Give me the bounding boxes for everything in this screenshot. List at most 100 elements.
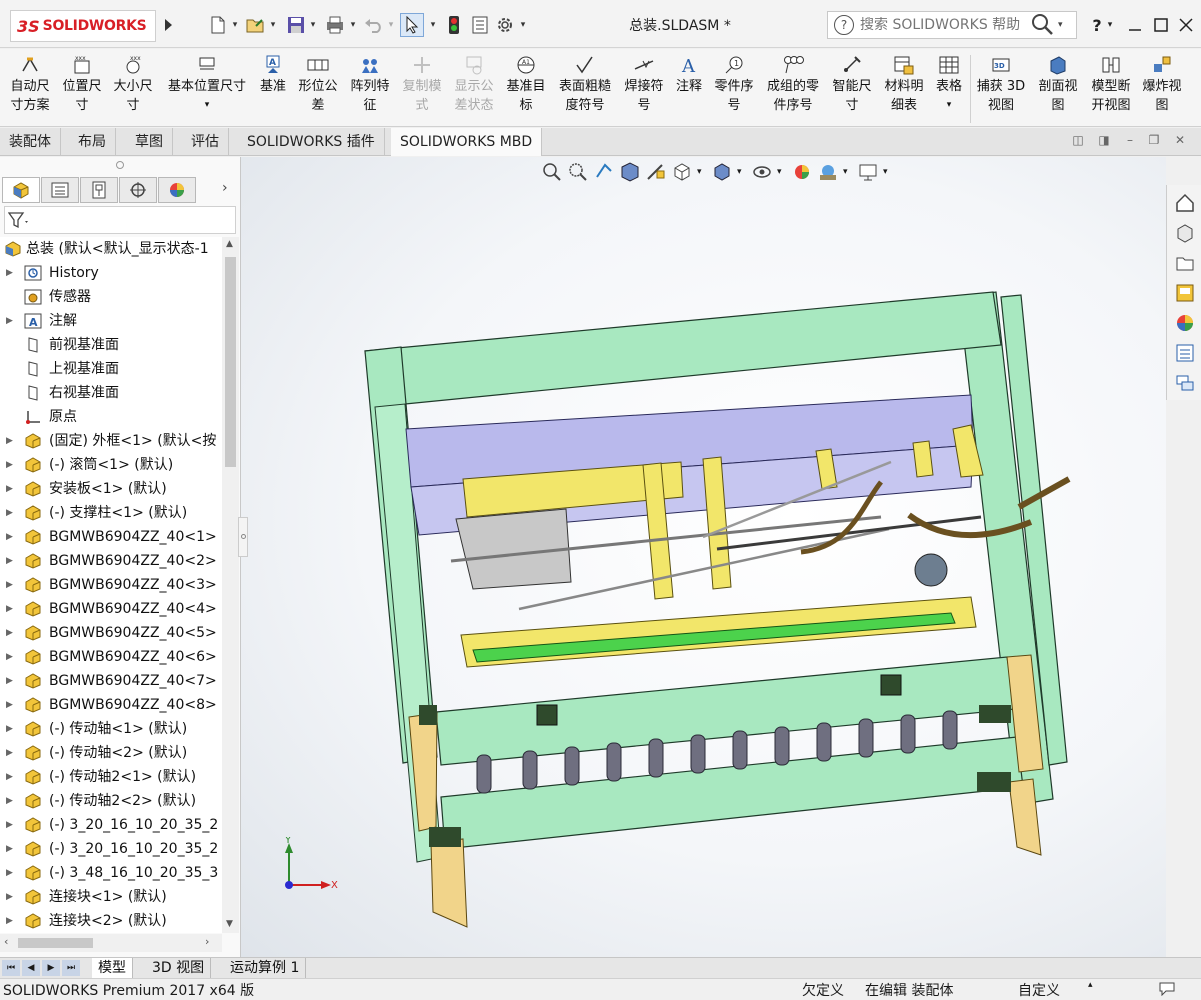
custom-units[interactable]: 自定义 <box>1018 980 1060 1000</box>
appearances-icon[interactable] <box>1172 310 1198 336</box>
custom-properties-icon[interactable] <box>1172 340 1198 366</box>
scroll-up-icon[interactable]: ▲ <box>226 239 233 249</box>
tree-item[interactable]: ▶ BGMWB6904ZZ_40<8> <box>0 693 222 717</box>
configuration-manager-tab-icon[interactable] <box>80 177 118 203</box>
new-document-icon[interactable] <box>207 14 229 36</box>
expand-arrow-icon[interactable]: ▶ <box>6 309 16 333</box>
tree-item[interactable]: ▶ 连接块<1> (默认) <box>0 885 222 909</box>
tree-item[interactable]: ▶ (-) 3_20_16_10_20_35_2 <box>0 837 222 861</box>
tab-solidworks-addins[interactable]: SOLIDWORKS 插件 <box>238 128 385 156</box>
expand-arrow-icon[interactable]: ▶ <box>6 573 16 597</box>
bill-of-materials-button[interactable]: 材料明 细表 <box>880 55 928 115</box>
expand-arrow-icon[interactable]: ▶ <box>6 669 16 693</box>
tree-item[interactable]: ▶ (-) 支撑柱<1> (默认) <box>0 501 222 525</box>
forum-icon[interactable] <box>1172 370 1198 396</box>
geometric-tolerance-button[interactable]: 形位公 差 <box>294 55 342 115</box>
expand-arrow-icon[interactable]: ▶ <box>6 885 16 909</box>
select-pointer-icon[interactable] <box>400 13 424 37</box>
panel-splitter-handle[interactable] <box>116 161 124 169</box>
scroll-thumb[interactable] <box>225 257 236 467</box>
viewport-tile-left-icon[interactable]: ◫ <box>1070 133 1086 149</box>
previous-tab-icon[interactable]: ◀ <box>22 960 40 976</box>
expand-arrow-icon[interactable]: ▶ <box>6 453 16 477</box>
tree-item[interactable]: ▶ (-) 3_48_16_10_20_35_3 <box>0 861 222 885</box>
scroll-right-icon[interactable]: › <box>205 935 209 948</box>
close-icon[interactable] <box>1173 12 1199 38</box>
expand-arrow-icon[interactable]: ▶ <box>6 621 16 645</box>
note-button[interactable]: A 注释 <box>671 55 707 96</box>
viewport-restore-icon[interactable]: ❐ <box>1146 133 1162 149</box>
expand-arrow-icon[interactable]: ▶ <box>6 765 16 789</box>
new-dropdown-icon[interactable]: ▾ <box>230 14 240 36</box>
capture-3d-view-button[interactable]: 3D 捕获 3D 视图 <box>974 55 1028 115</box>
expand-arrow-icon[interactable]: ▶ <box>6 525 16 549</box>
tab-assembly[interactable]: 装配体 <box>0 128 61 156</box>
size-dimension-button[interactable]: xxx 大小尺 寸 <box>108 55 158 115</box>
tree-item[interactable]: ▶ 安装板<1> (默认) <box>0 477 222 501</box>
scroll-down-icon[interactable]: ▼ <box>226 919 233 929</box>
show-tolerance-status-button[interactable]: 显示公 差状态 <box>450 55 498 115</box>
expand-arrow-icon[interactable]: ▶ <box>6 501 16 525</box>
tree-item[interactable]: ▶ (-) 滚筒<1> (默认) <box>0 453 222 477</box>
expand-arrow-icon[interactable]: ▶ <box>6 789 16 813</box>
panel-tabs-more-icon[interactable]: › <box>222 180 228 196</box>
options-gear-icon[interactable] <box>494 14 516 36</box>
select-dropdown-icon[interactable]: ▾ <box>428 14 438 36</box>
help-circle-icon[interactable]: ? <box>834 15 854 35</box>
expand-arrow-icon[interactable]: ▶ <box>6 477 16 501</box>
surface-finish-button[interactable]: 表面粗糙 度符号 <box>554 55 616 115</box>
expand-arrow-icon[interactable]: ▶ <box>6 837 16 861</box>
tree-item[interactable]: ▶ History <box>0 261 222 285</box>
rebuild-traffic-light-icon[interactable] <box>444 14 464 36</box>
expand-arrow-icon[interactable]: ▶ <box>6 549 16 573</box>
tree-item[interactable]: ▶ (固定) 外框<1> (默认<按 <box>0 429 222 453</box>
filter-icon[interactable] <box>7 211 30 233</box>
help-search-box[interactable]: ? ▾ <box>827 11 1077 39</box>
search-icon[interactable] <box>1030 12 1058 38</box>
scroll-thumb[interactable] <box>18 938 93 948</box>
tree-item[interactable]: 传感器 <box>0 285 222 309</box>
property-manager-tab-icon[interactable] <box>41 177 79 203</box>
last-tab-icon[interactable]: ⏭ <box>62 960 80 976</box>
tab-evaluate[interactable]: 评估 <box>182 128 229 156</box>
expand-arrow-icon[interactable]: ▶ <box>6 597 16 621</box>
pattern-feature-button[interactable]: 阵列特 征 <box>346 55 394 115</box>
expand-arrow-icon[interactable]: ▶ <box>6 693 16 717</box>
exploded-view-button[interactable]: 爆炸视 图 <box>1138 55 1186 115</box>
file-explorer-icon[interactable] <box>1172 250 1198 276</box>
tree-item[interactable]: ▶ (-) 传动轴<2> (默认) <box>0 741 222 765</box>
datum-target-button[interactable]: A1 基准目 标 <box>502 55 550 115</box>
file-properties-icon[interactable] <box>469 14 491 36</box>
tree-item[interactable]: ▶ 连接块<2> (默认) <box>0 909 222 933</box>
menu-expand-icon[interactable] <box>160 14 176 36</box>
tree-item[interactable]: ▶ BGMWB6904ZZ_40<4> <box>0 597 222 621</box>
weld-symbol-button[interactable]: 焊接符 号 <box>620 55 668 115</box>
viewport-close-icon[interactable]: ✕ <box>1172 133 1188 149</box>
balloon-button[interactable]: 1 零件序 号 <box>710 55 758 115</box>
tab-solidworks-mbd[interactable]: SOLIDWORKS MBD <box>391 128 543 156</box>
model-break-view-button[interactable]: 模型断 开视图 <box>1086 55 1136 115</box>
tree-item[interactable]: ▶ (-) 3_20_16_10_20_35_2 <box>0 813 222 837</box>
stacked-balloon-button[interactable]: 成组的零 件序号 <box>762 55 824 115</box>
options-dropdown-icon[interactable]: ▾ <box>518 14 528 36</box>
copy-scheme-button[interactable]: 复制模 式 <box>398 55 446 115</box>
tree-item[interactable]: ▶ BGMWB6904ZZ_40<2> <box>0 549 222 573</box>
expand-arrow-icon[interactable]: ▶ <box>6 861 16 885</box>
auto-dimension-scheme-button[interactable]: 自动尺 寸方案 <box>4 55 56 115</box>
first-tab-icon[interactable]: ⏮ <box>2 960 20 976</box>
open-dropdown-icon[interactable]: ▾ <box>268 14 278 36</box>
units-dropdown-icon[interactable]: ▴ <box>1088 980 1093 990</box>
tree-root-assembly[interactable]: 总装 (默认<默认_显示状态-1 <box>0 237 222 261</box>
expand-arrow-icon[interactable]: ▶ <box>6 261 16 285</box>
expand-arrow-icon[interactable]: ▶ <box>6 813 16 837</box>
tree-item[interactable]: ▶ (-) 传动轴2<2> (默认) <box>0 789 222 813</box>
expand-arrow-icon[interactable]: ▶ <box>6 645 16 669</box>
graphics-area[interactable]: ▾ ▾ ▾ ▾ ▾ Y X <box>241 157 1166 957</box>
tree-item[interactable]: ▶ BGMWB6904ZZ_40<7> <box>0 669 222 693</box>
ribbon-dropdown-icon[interactable]: ▾ <box>932 96 966 115</box>
dimxpert-manager-tab-icon[interactable] <box>119 177 157 203</box>
assembly-model-render[interactable] <box>241 157 1166 957</box>
view-palette-icon[interactable] <box>1172 280 1198 306</box>
tree-item[interactable]: ▶ BGMWB6904ZZ_40<3> <box>0 573 222 597</box>
print-dropdown-icon[interactable]: ▾ <box>348 14 358 36</box>
